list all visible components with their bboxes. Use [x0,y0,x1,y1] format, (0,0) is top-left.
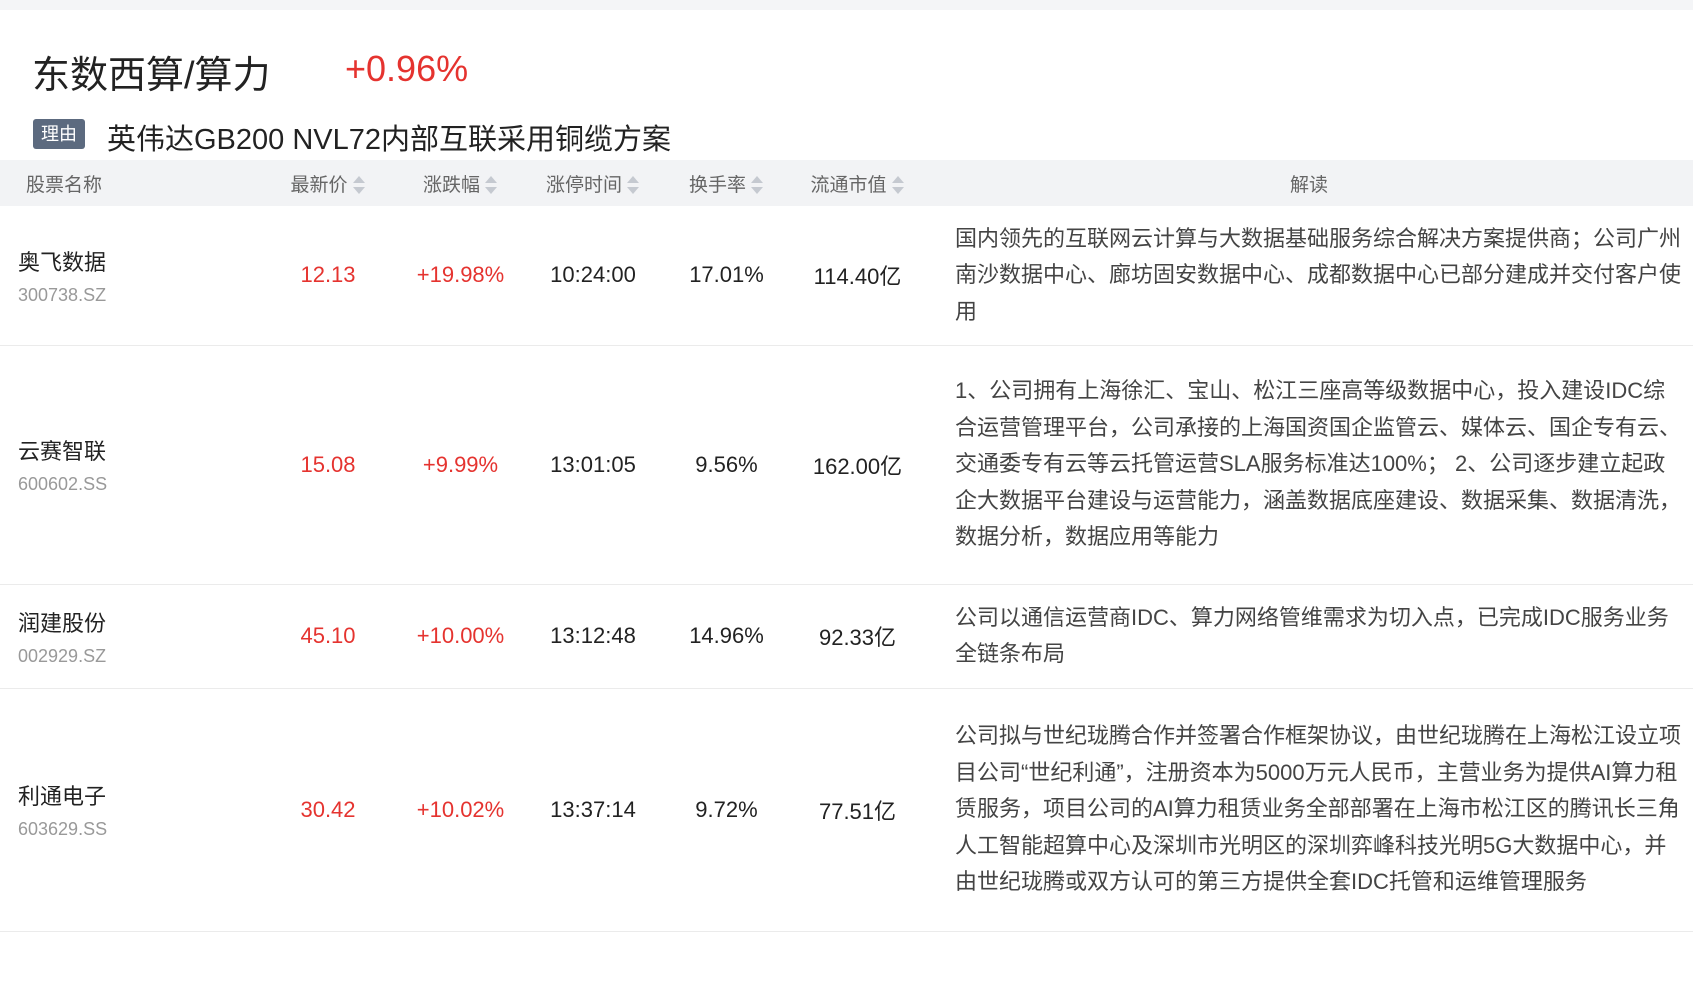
stock-code: 002929.SZ [18,645,107,666]
column-header-name: 股票名称 [0,160,258,206]
table-row[interactable]: 利通电子 603629.SS 30.42 +10.02% 13:37:14 9.… [0,688,1693,932]
limit-time-cell: 13:01:05 [523,345,663,585]
stock-code: 300738.SZ [18,284,107,305]
turnover-cell: 9.56% [663,345,790,585]
table-row[interactable]: 润建股份 002929.SZ 45.10 +10.00% 13:12:48 14… [0,584,1693,689]
stock-name-cell[interactable]: 润建股份 002929.SZ [0,584,258,689]
sort-updown-icon[interactable] [891,174,905,196]
change-cell: +10.02% [398,688,523,932]
reason-badge: 理由 [33,119,85,149]
change-cell: +19.98% [398,206,523,346]
interpretation-cell: 1、公司拥有上海徐汇、宝山、松江三座高等级数据中心，投入建设IDC综合运营管理平… [925,345,1693,585]
limit-time-cell: 13:12:48 [523,584,663,689]
stock-name[interactable]: 润建股份 [18,606,258,638]
price-cell: 12.13 [258,206,398,346]
column-header-market-cap[interactable]: 流通市值 [790,160,925,206]
price-cell: 30.42 [258,688,398,932]
interpretation-cell: 国内领先的互联网云计算与大数据基础服务综合解决方案提供商；公司广州南沙数据中心、… [925,206,1693,346]
stock-name-cell[interactable]: 利通电子 603629.SS [0,688,258,932]
market-cap-cell: 114.40亿 [790,206,925,346]
table-row[interactable]: 奥飞数据 300738.SZ 12.13 +19.98% 10:24:00 17… [0,206,1693,346]
sort-updown-icon[interactable] [484,174,498,196]
column-header-price[interactable]: 最新价 [258,160,398,206]
interpretation-cell: 公司拟与世纪珑腾合作并签署合作框架协议，由世纪珑腾在上海松江设立项目公司“世纪利… [925,688,1693,932]
sector-title: 东数西算/算力 [32,55,271,97]
sort-updown-icon[interactable] [626,174,640,196]
market-cap-cell: 77.51亿 [790,688,925,932]
stock-name[interactable]: 利通电子 [18,779,258,811]
market-cap-cell: 162.00亿 [790,345,925,585]
limit-time-cell: 10:24:00 [523,206,663,346]
stock-name-cell[interactable]: 奥飞数据 300738.SZ [0,206,258,346]
table-row[interactable]: 云赛智联 600602.SS 15.08 +9.99% 13:01:05 9.5… [0,345,1693,585]
table-header-row: 股票名称 最新价 涨跌幅 涨停时间 换手率 流通市值 解读 [0,160,1693,206]
stock-name[interactable]: 云赛智联 [18,434,258,466]
stock-table: 股票名称 最新价 涨跌幅 涨停时间 换手率 流通市值 解读 奥飞数据 30073… [0,160,1693,932]
interpretation-cell: 公司以通信运营商IDC、算力网络管维需求为切入点，已完成IDC服务业务全链条布局 [925,584,1693,689]
sort-updown-icon[interactable] [750,174,764,196]
market-cap-cell: 92.33亿 [790,584,925,689]
stock-name-cell[interactable]: 云赛智联 600602.SS [0,345,258,585]
turnover-cell: 17.01% [663,206,790,346]
column-header-turnover[interactable]: 换手率 [663,160,790,206]
stock-name[interactable]: 奥飞数据 [18,245,258,277]
top-strip [0,0,1693,10]
limit-time-cell: 13:37:14 [523,688,663,932]
stock-code: 600602.SS [18,474,108,494]
sector-header: 东数西算/算力 +0.96% 理由 英伟达GB200 NVL72内部互联采用铜缆… [0,10,1693,160]
price-cell: 45.10 [258,584,398,689]
column-header-change[interactable]: 涨跌幅 [398,160,523,206]
column-header-limit-time[interactable]: 涨停时间 [523,160,663,206]
sort-updown-icon[interactable] [352,174,366,196]
column-header-interpretation: 解读 [925,160,1693,206]
stock-code: 603629.SS [18,819,108,839]
reason-text: 英伟达GB200 NVL72内部互联采用铜缆方案 [107,124,672,156]
change-cell: +10.00% [398,584,523,689]
turnover-cell: 14.96% [663,584,790,689]
price-cell: 15.08 [258,345,398,585]
turnover-cell: 9.72% [663,688,790,932]
sector-change: +0.96% [345,48,469,89]
change-cell: +9.99% [398,345,523,585]
